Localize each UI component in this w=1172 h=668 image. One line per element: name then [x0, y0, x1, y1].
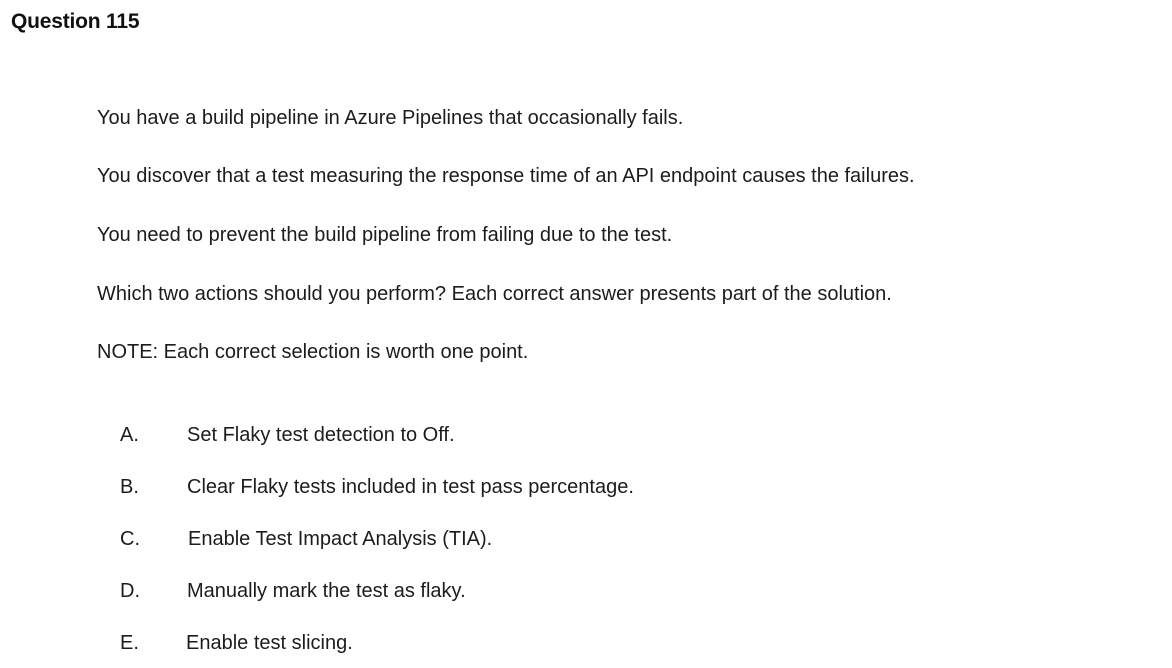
- question-page: Question 115 You have a build pipeline i…: [0, 0, 1172, 668]
- answer-options: A. Set Flaky test detection to Off. B. C…: [0, 0, 1172, 668]
- option-text: Clear Flaky tests included in test pass …: [187, 476, 634, 498]
- option-letter: B.: [120, 476, 139, 498]
- option-text: Enable test slicing.: [186, 632, 353, 654]
- option-letter: E.: [120, 632, 139, 654]
- option-letter: D.: [120, 580, 140, 602]
- option-letter: C.: [120, 528, 140, 550]
- answer-option-a[interactable]: A. Set Flaky test detection to Off.: [0, 423, 800, 453]
- answer-option-d[interactable]: D. Manually mark the test as flaky.: [0, 579, 800, 609]
- option-text: Manually mark the test as flaky.: [187, 580, 466, 602]
- answer-option-e[interactable]: E. Enable test slicing.: [0, 631, 800, 661]
- answer-option-b[interactable]: B. Clear Flaky tests included in test pa…: [0, 475, 800, 505]
- option-text: Enable Test Impact Analysis (TIA).: [188, 528, 493, 550]
- option-letter: A.: [120, 424, 139, 446]
- option-text: Set Flaky test detection to Off.: [187, 424, 455, 446]
- answer-option-c[interactable]: C. Enable Test Impact Analysis (TIA).: [0, 527, 800, 557]
